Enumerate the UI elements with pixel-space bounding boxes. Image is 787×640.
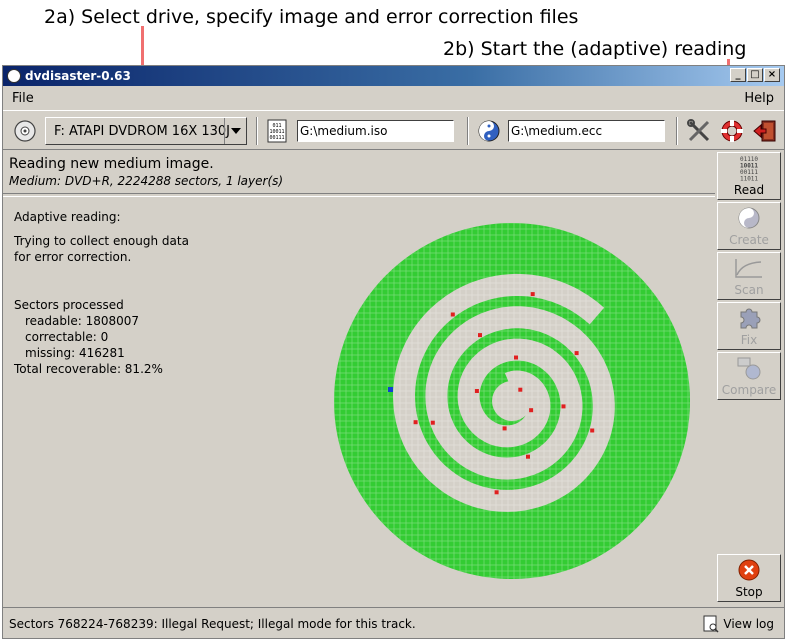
- sectors-heading: Sectors processed: [14, 298, 124, 312]
- app-window: dvdisaster-0.63 _ □ × File Help F: ATAPI…: [2, 65, 785, 639]
- error-marker: [502, 426, 507, 431]
- toolbar-separator: [676, 117, 678, 145]
- read-button[interactable]: 01110 10011 00111 11011 Read: [717, 152, 781, 200]
- stop-icon: [718, 558, 780, 582]
- lifebuoy-icon[interactable]: [719, 119, 745, 143]
- mode-label: Adaptive reading:: [14, 210, 121, 224]
- error-marker: [514, 355, 518, 360]
- fix-button[interactable]: Fix: [717, 302, 781, 350]
- ecc-file-icon: [477, 119, 501, 143]
- status-message: Sectors 768224-768239: Illegal Request; …: [9, 617, 416, 631]
- drive-select[interactable]: F: ATAPI DVDROM 16X 130J: [45, 117, 247, 145]
- scan-button[interactable]: Scan: [717, 252, 781, 300]
- read-icon-digits: 11011: [740, 176, 758, 182]
- scan-curve-icon: [718, 256, 780, 280]
- read-icon: 01110 10011 00111 11011: [718, 156, 780, 182]
- status-bar: Sectors 768224-768239: Illegal Request; …: [3, 607, 784, 639]
- drive-select-value: F: ATAPI DVDROM 16X 130J: [54, 124, 231, 139]
- missing-count: missing: 416281: [25, 346, 125, 360]
- annotation-start-reading: 2b) Start the (adaptive) reading: [443, 38, 747, 60]
- error-marker: [478, 333, 482, 338]
- file-image-icon: 011 10011 00111: [266, 119, 288, 143]
- error-marker: [530, 292, 535, 297]
- view-log-label: View log: [723, 617, 774, 631]
- sector-spiral-graphic: [334, 223, 690, 579]
- error-marker: [430, 420, 435, 425]
- menu-help[interactable]: Help: [744, 91, 774, 106]
- window-controls: _ □ ×: [730, 68, 780, 82]
- image-file-input[interactable]: [297, 120, 454, 142]
- close-button[interactable]: ×: [764, 68, 780, 82]
- compare-icon: [718, 356, 780, 380]
- create-button[interactable]: Create: [717, 202, 781, 250]
- error-marker: [529, 408, 534, 413]
- toolbar-separator: [256, 117, 258, 145]
- scan-button-label: Scan: [734, 283, 764, 297]
- menu-bar: File Help: [3, 87, 784, 109]
- correctable-count: correctable: 0: [25, 330, 109, 344]
- title-bar: dvdisaster-0.63 _ □ ×: [3, 66, 784, 86]
- description-line: Trying to collect enough data: [14, 234, 189, 248]
- ecc-file-input[interactable]: [508, 120, 665, 142]
- status-header: Reading new medium image. Medium: DVD+R,…: [3, 152, 715, 194]
- error-marker: [474, 389, 479, 393]
- view-log-icon: [703, 615, 719, 633]
- create-button-label: Create: [729, 233, 769, 247]
- read-button-label: Read: [733, 183, 765, 197]
- main-content: Adaptive reading: Trying to collect enou…: [3, 196, 715, 606]
- compare-button[interactable]: Compare: [717, 352, 781, 400]
- error-marker: [590, 428, 595, 433]
- yinyang-icon: [718, 206, 780, 230]
- total-recoverable: Total recoverable: 81.2%: [14, 362, 163, 376]
- error-marker: [561, 404, 566, 409]
- window-title: dvdisaster-0.63: [25, 69, 131, 83]
- error-marker: [450, 312, 455, 317]
- toolbar-separator: [467, 117, 469, 145]
- toolbar: F: ATAPI DVDROM 16X 130J 011 10011 00111: [3, 110, 784, 150]
- compare-button-label: Compare: [721, 383, 777, 397]
- tools-icon[interactable]: [686, 119, 712, 143]
- error-marker: [526, 454, 530, 459]
- sector-grid: [334, 223, 690, 579]
- stop-button[interactable]: Stop: [717, 554, 781, 602]
- error-marker: [494, 490, 499, 495]
- status-title: Reading new medium image.: [9, 156, 214, 172]
- chevron-down-icon[interactable]: [224, 118, 246, 144]
- dvd-icon: [13, 119, 37, 143]
- current-position-marker: [388, 387, 393, 392]
- menu-file[interactable]: File: [12, 91, 34, 106]
- maximize-button[interactable]: □: [747, 68, 763, 82]
- svg-text:00111: 00111: [269, 135, 284, 141]
- error-marker: [413, 420, 418, 425]
- puzzle-icon: [718, 306, 780, 330]
- fix-button-label: Fix: [740, 333, 758, 347]
- view-log-button[interactable]: View log: [703, 615, 774, 633]
- app-icon: [7, 69, 21, 83]
- minimize-button[interactable]: _: [730, 68, 746, 82]
- readable-count: readable: 1808007: [25, 314, 140, 328]
- error-marker: [518, 387, 523, 392]
- medium-info: Medium: DVD+R, 2224288 sectors, 1 layer(…: [9, 174, 284, 188]
- annotation-select-drive: 2a) Select drive, specify image and erro…: [44, 6, 579, 28]
- exit-icon[interactable]: [752, 119, 778, 143]
- description-line: for error correction.: [14, 250, 132, 264]
- stop-button-label: Stop: [735, 585, 763, 599]
- error-marker: [574, 351, 579, 356]
